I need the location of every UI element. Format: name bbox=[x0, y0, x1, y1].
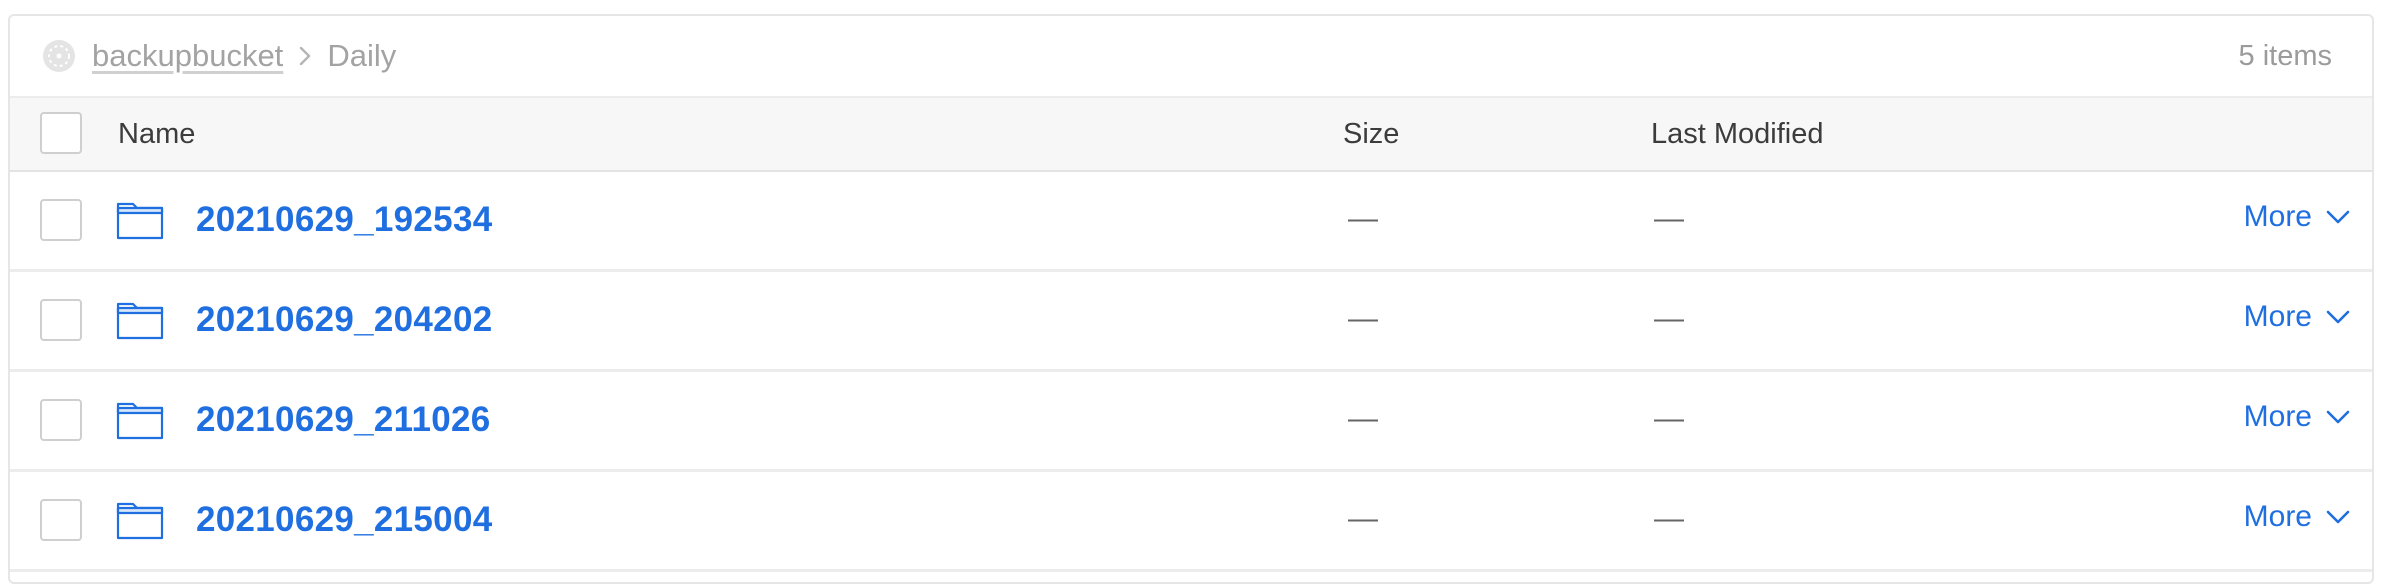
row-checkbox[interactable] bbox=[40, 399, 82, 441]
table-row: 20210629_204202 — — More bbox=[10, 272, 2372, 372]
folder-name-link[interactable]: 20210629_192534 bbox=[196, 200, 492, 240]
more-label: More bbox=[2243, 200, 2312, 233]
size-value: — bbox=[1348, 202, 1378, 235]
folder-name-link[interactable]: 20210629_204202 bbox=[196, 300, 492, 340]
file-browser-panel: backupbucket Daily 5 items Name Size Las… bbox=[8, 14, 2374, 584]
more-button[interactable]: More bbox=[2244, 500, 2352, 534]
more-label: More bbox=[2243, 400, 2312, 433]
select-all-checkbox[interactable] bbox=[40, 112, 82, 154]
more-button[interactable]: More bbox=[2244, 300, 2352, 334]
folder-icon bbox=[116, 202, 164, 240]
breadcrumb-bar: backupbucket Daily 5 items bbox=[10, 16, 2372, 98]
row-checkbox[interactable] bbox=[40, 199, 82, 241]
folder-name-link[interactable]: 20210629_211026 bbox=[196, 400, 491, 440]
row-checkbox[interactable] bbox=[40, 299, 82, 341]
last-modified-value: — bbox=[1654, 302, 1684, 335]
last-modified-value: — bbox=[1654, 402, 1684, 435]
table-row: 20210629_211026 — — More bbox=[10, 372, 2372, 472]
more-button[interactable]: More bbox=[2244, 200, 2352, 234]
row-checkbox[interactable] bbox=[40, 499, 82, 541]
size-value: — bbox=[1348, 302, 1378, 335]
more-label: More bbox=[2243, 300, 2312, 333]
last-modified-value: — bbox=[1654, 502, 1684, 535]
breadcrumb-current: Daily bbox=[327, 38, 397, 73]
more-button[interactable]: More bbox=[2244, 400, 2352, 434]
chevron-down-icon bbox=[2326, 410, 2350, 424]
folder-name-link[interactable]: 20210629_215004 bbox=[196, 500, 492, 540]
chevron-down-icon bbox=[2326, 510, 2350, 524]
table-row: 20210629_192534 — — More bbox=[10, 172, 2372, 272]
column-header-size[interactable]: Size bbox=[1343, 118, 1399, 151]
column-header-last-modified[interactable]: Last Modified bbox=[1651, 118, 1824, 151]
table-header: Name Size Last Modified bbox=[10, 98, 2372, 172]
item-count: 5 items bbox=[2238, 39, 2332, 72]
last-modified-value: — bbox=[1654, 202, 1684, 235]
chevron-down-icon bbox=[2326, 210, 2350, 224]
column-header-name[interactable]: Name bbox=[118, 118, 195, 151]
chevron-right-icon bbox=[300, 46, 311, 66]
size-value: — bbox=[1348, 502, 1378, 535]
size-value: — bbox=[1348, 402, 1378, 435]
bucket-icon bbox=[43, 40, 75, 72]
more-label: More bbox=[2243, 500, 2312, 533]
breadcrumb-bucket-link[interactable]: backupbucket bbox=[92, 38, 283, 74]
folder-icon bbox=[116, 502, 164, 540]
table-row: 20210629_215004 — — More bbox=[10, 472, 2372, 572]
folder-icon bbox=[116, 302, 164, 340]
folder-icon bbox=[116, 402, 164, 440]
chevron-down-icon bbox=[2326, 310, 2350, 324]
